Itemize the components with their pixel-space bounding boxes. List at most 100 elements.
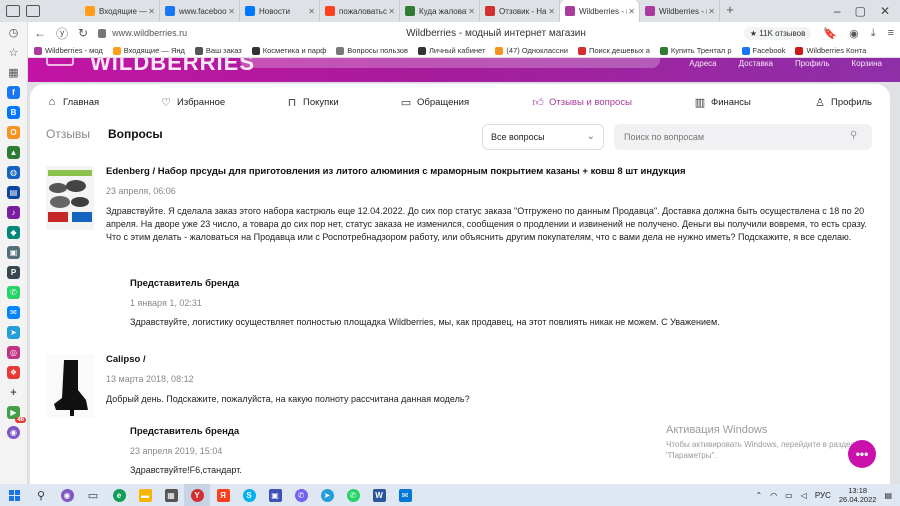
tab-collection-icon[interactable] xyxy=(26,5,40,17)
tab-reviews[interactable]: Отзывы xyxy=(46,127,90,141)
reviews-badge[interactable]: ★ 11K отзывов xyxy=(743,26,812,40)
apps-grid-icon[interactable]: ▦ xyxy=(7,66,20,79)
add-panel-icon[interactable]: + xyxy=(7,386,20,399)
odnoklassniki-icon[interactable]: О xyxy=(7,126,20,139)
search-taskbar-icon[interactable]: ⚲ xyxy=(28,484,54,506)
bookmark-item[interactable]: Wildberries - мод xyxy=(34,46,103,55)
volume-icon[interactable]: ◁ xyxy=(801,491,807,500)
reload-icon[interactable]: ↻ xyxy=(78,26,88,40)
games-icon[interactable]: ▣ xyxy=(7,246,20,259)
url-field[interactable]: www.wildberries.ru xyxy=(98,28,248,38)
browser-tab[interactable]: Отзовик - Напи✕ xyxy=(480,0,560,22)
start-button[interactable] xyxy=(0,484,28,506)
wifi-icon[interactable]: ◠ xyxy=(770,491,777,500)
bookmark-item[interactable]: Входящие — Янд xyxy=(112,46,185,55)
alice-taskbar-icon[interactable]: ◉ xyxy=(54,484,80,506)
edge-icon[interactable]: e xyxy=(106,484,132,506)
bookmark-item[interactable]: (47) Одноклассни xyxy=(495,46,568,55)
tab-close-icon[interactable]: ✕ xyxy=(468,7,475,16)
whatsapp-taskbar-icon[interactable]: ✆ xyxy=(340,484,366,506)
history-icon[interactable]: ◷ xyxy=(7,26,20,39)
close-window-icon[interactable]: ✕ xyxy=(880,4,890,18)
yandex-browser-icon[interactable]: Y xyxy=(184,484,210,506)
messenger-icon[interactable]: ✉ xyxy=(7,306,20,319)
bookmark-item[interactable]: Wildberries Конта xyxy=(795,46,866,55)
skype-icon[interactable]: S xyxy=(236,484,262,506)
product-image-cookware[interactable] xyxy=(46,166,94,230)
telegram-icon[interactable]: ➤ xyxy=(7,326,20,339)
tab-close-icon[interactable]: ✕ xyxy=(708,7,715,16)
menu-reviews-questions[interactable]: 👍︎ Отзывы и вопросы xyxy=(532,96,632,109)
battery-icon[interactable]: ▭ xyxy=(785,491,793,500)
bookmark-icon[interactable]: 🔖 xyxy=(823,27,837,40)
questions-filter-select[interactable]: Все вопросы ⌄ xyxy=(482,124,604,150)
tab-close-icon[interactable]: ✕ xyxy=(148,7,155,16)
burger-icon[interactable] xyxy=(46,58,74,66)
chat-button[interactable]: ••• xyxy=(848,440,876,468)
tab-close-icon[interactable]: ✕ xyxy=(548,7,555,16)
favorites-star-icon[interactable]: ☆ xyxy=(7,46,20,59)
music-icon[interactable]: ♪ xyxy=(7,206,20,219)
browser-tab[interactable]: Wildberries - м ✕ xyxy=(560,0,640,22)
wb-header-link[interactable]: Профиль xyxy=(795,59,830,68)
maximize-icon[interactable]: ▢ xyxy=(855,4,866,18)
viber-icon[interactable]: ✆ xyxy=(288,484,314,506)
new-tab-button[interactable]: + xyxy=(720,0,740,22)
extension-icon[interactable]: ◉ xyxy=(849,27,859,40)
facebook-icon[interactable]: f xyxy=(7,86,20,99)
market-icon[interactable]: ▲ xyxy=(7,146,20,159)
bookmark-item[interactable]: Вопросы пользов xyxy=(336,46,408,55)
telegram-taskbar-icon[interactable]: ➤ xyxy=(314,484,340,506)
chevron-up-icon[interactable]: ⌃ xyxy=(755,491,762,500)
bookmark-item[interactable]: Ваш заказ xyxy=(194,46,242,55)
alice-icon[interactable]: ◉ xyxy=(7,426,20,439)
notifications-center-icon[interactable]: ▤ xyxy=(884,491,892,500)
browser-tab[interactable]: www.facebook.c✕ xyxy=(160,0,240,22)
wb-search-input[interactable] xyxy=(240,58,660,68)
photos-icon[interactable]: ▣ xyxy=(262,484,288,506)
menu-home[interactable]: ⌂ Главная xyxy=(46,96,100,108)
tab-close-icon[interactable]: ✕ xyxy=(228,7,235,16)
back-icon[interactable]: ← xyxy=(34,26,46,40)
bookmark-item[interactable]: Купить Трентал р xyxy=(659,46,732,55)
tab-close-icon[interactable]: ✕ xyxy=(308,7,315,16)
clock[interactable]: 13:18 26.04.2022 xyxy=(839,486,877,504)
tab-close-icon[interactable]: ✕ xyxy=(388,7,395,16)
wb-header-link[interactable]: Корзина xyxy=(852,59,882,68)
notifications-icon[interactable]: ▶ 46 xyxy=(7,406,26,423)
word-icon[interactable]: W xyxy=(366,484,392,506)
menu-favorites[interactable]: ♡ Избранное xyxy=(160,96,225,109)
question-title[interactable]: Calipso / xyxy=(106,354,876,365)
pocket-icon[interactable]: P xyxy=(7,266,20,279)
bookmark-item[interactable]: Поиск дешевых а xyxy=(577,46,650,55)
browser-tab[interactable]: пожаловаться с✕ xyxy=(320,0,400,22)
maps-icon[interactable]: ◆ xyxy=(7,226,20,239)
download-icon[interactable]: ⤓ xyxy=(871,27,876,40)
tab-close-icon[interactable]: ✕ xyxy=(628,7,635,16)
menu-profile[interactable]: ♙ Профиль xyxy=(814,96,872,109)
wb-logo[interactable]: WILDBERRIES xyxy=(90,58,255,76)
vk-icon[interactable]: В xyxy=(7,106,20,119)
questions-search-input[interactable] xyxy=(614,124,872,150)
calendar-icon[interactable]: ▤ xyxy=(7,186,20,199)
instagram-icon[interactable]: ◎ xyxy=(7,346,20,359)
question-title[interactable]: Edenberg / Набор прсуды для приготовлени… xyxy=(106,166,876,177)
store-icon[interactable]: ▦ xyxy=(158,484,184,506)
window-icon[interactable] xyxy=(6,5,20,17)
whatsapp-icon[interactable]: ✆ xyxy=(7,286,20,299)
minimize-icon[interactable]: – xyxy=(834,4,841,18)
task-view-icon[interactable]: ▭ xyxy=(80,484,106,506)
menu-requests[interactable]: ▭ Обращения xyxy=(400,96,469,109)
yandex-icon[interactable]: Я xyxy=(210,484,236,506)
bookmark-item[interactable]: Facebook xyxy=(741,46,785,55)
browser-tab[interactable]: Новости ✕ xyxy=(240,0,320,22)
browser-logo-icon[interactable]: ⓨ xyxy=(56,25,68,42)
browser-tab[interactable]: Wildberries - м ✕ xyxy=(640,0,720,22)
browser-tab[interactable]: Куда жаловать✕ xyxy=(400,0,480,22)
bookmark-item[interactable]: Косметика и парф xyxy=(251,46,326,55)
zen-icon[interactable]: ❖ xyxy=(7,366,20,379)
explorer-icon[interactable]: ▬ xyxy=(132,484,158,506)
tab-questions[interactable]: Вопросы xyxy=(108,127,163,141)
product-image-boots[interactable] xyxy=(46,354,94,418)
menu-finance[interactable]: ▥ Финансы xyxy=(694,96,751,109)
